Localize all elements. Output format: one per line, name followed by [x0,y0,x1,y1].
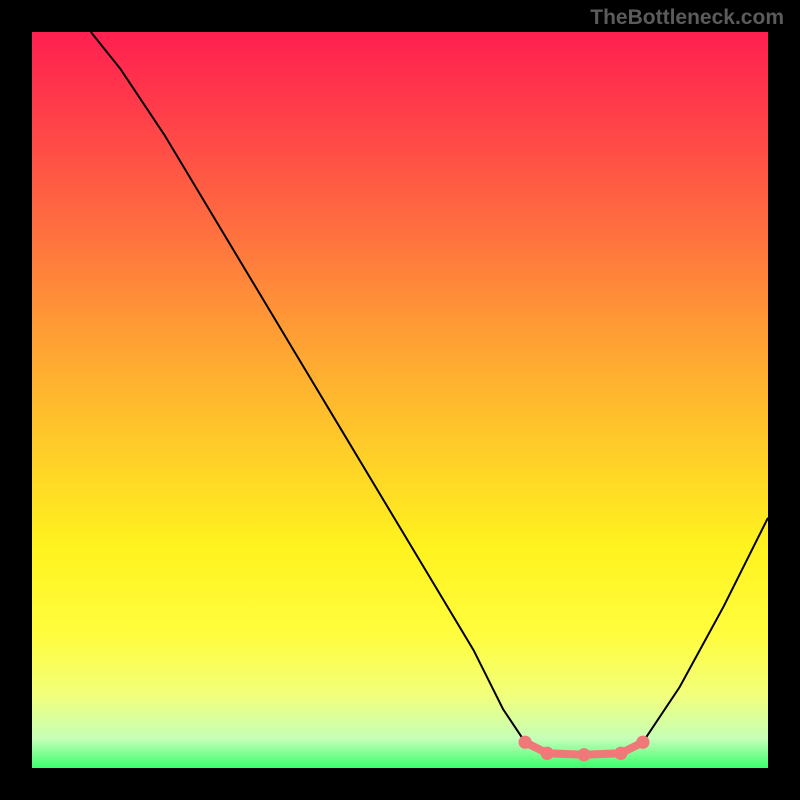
highlight-dot [614,747,627,760]
watermark-text: TheBottleneck.com [590,6,784,30]
highlight-dot [636,736,649,749]
highlight-dot [541,747,554,760]
highlight-dot [577,748,590,761]
curve-line [91,32,768,755]
plot-area [32,32,768,768]
chart-curve [32,32,768,768]
highlight-dot [518,736,531,749]
